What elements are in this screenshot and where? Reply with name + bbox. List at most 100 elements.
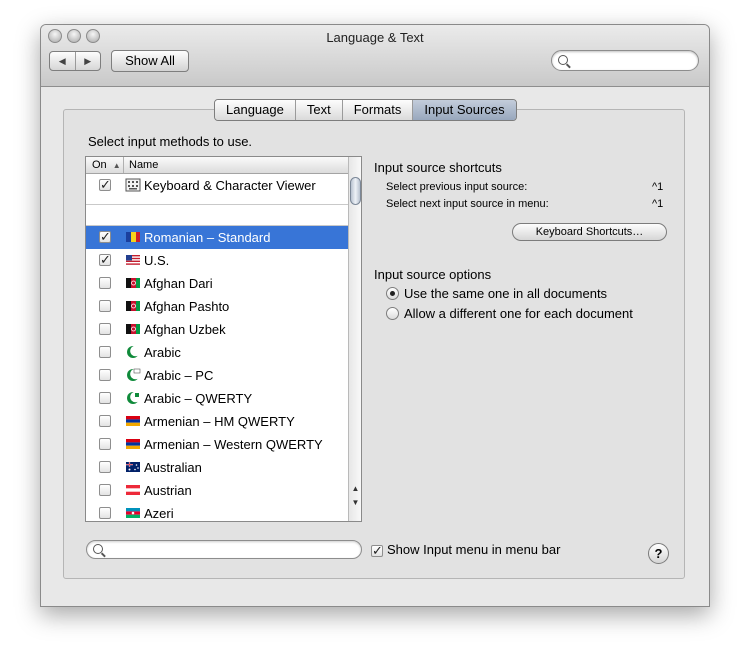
radio-same-for-all[interactable]: Use the same one in all documents xyxy=(386,286,607,301)
list-item-label: Afghan Dari xyxy=(144,276,213,291)
list-scrollbar[interactable]: ▲ ▼ xyxy=(348,157,361,521)
window-title: Language & Text xyxy=(326,30,424,45)
item-checkbox[interactable] xyxy=(99,415,111,427)
radio-button-selected[interactable] xyxy=(386,287,399,300)
crescent-icon xyxy=(127,391,141,404)
list-item-afghan-uzbek[interactable]: Afghan Uzbek xyxy=(86,318,348,341)
input-methods-list[interactable]: On ▲ Name ✓ Keyboard & Character Viewer … xyxy=(85,156,362,522)
list-item-label: Romanian – Standard xyxy=(144,230,271,245)
list-item-azeri[interactable]: Azeri xyxy=(86,502,348,521)
list-item-label: Austrian xyxy=(144,483,192,498)
list-item-label: Australian xyxy=(144,460,202,475)
keyboard-shortcuts-button[interactable]: Keyboard Shortcuts… xyxy=(512,223,667,241)
list-item-label: Keyboard & Character Viewer xyxy=(144,178,316,193)
flag-australia-icon xyxy=(126,462,140,472)
list-item-label: U.S. xyxy=(144,253,170,268)
list-header: On ▲ Name xyxy=(86,157,348,174)
list-item-australian[interactable]: Australian xyxy=(86,456,348,479)
help-button[interactable]: ? xyxy=(648,543,669,564)
flag-afghanistan-icon xyxy=(126,301,140,311)
item-checkbox[interactable] xyxy=(99,484,111,496)
list-rows: ✓ Keyboard & Character Viewer ✓ Romanian… xyxy=(86,174,348,521)
preferences-search-field[interactable] xyxy=(551,50,699,71)
list-item-afghan-dari[interactable]: Afghan Dari xyxy=(86,272,348,295)
list-item-label: Arabic – QWERTY xyxy=(144,391,253,406)
flag-azerbaijan-icon xyxy=(126,508,140,518)
item-checkbox[interactable] xyxy=(99,438,111,450)
list-divider xyxy=(86,204,348,226)
flag-armenia-icon xyxy=(126,439,140,449)
show-input-menu-checkbox[interactable]: ✓ xyxy=(371,544,383,557)
flag-romania-icon xyxy=(126,232,140,242)
crescent-icon xyxy=(127,345,141,358)
radio-button[interactable] xyxy=(386,307,399,320)
keyboard-viewer-icon xyxy=(125,178,141,192)
show-input-menu-option[interactable]: ✓ Show Input menu in menu bar xyxy=(371,542,560,557)
column-header-name[interactable]: Name xyxy=(129,157,158,173)
flag-afghanistan-icon xyxy=(126,324,140,334)
sort-ascending-icon: ▲ xyxy=(112,161,121,170)
item-checkbox[interactable] xyxy=(99,346,111,358)
tab-text[interactable]: Text xyxy=(295,100,343,120)
shortcuts-heading: Input source shortcuts xyxy=(374,160,502,175)
radio-same-label: Use the same one in all documents xyxy=(404,286,608,301)
item-checkbox[interactable]: ✓ xyxy=(99,253,111,266)
show-input-menu-label: Show Input menu in menu bar xyxy=(387,542,561,557)
item-checkbox[interactable] xyxy=(99,323,111,335)
flag-austria-icon xyxy=(126,485,140,495)
tab-input-sources[interactable]: Input Sources xyxy=(413,100,516,120)
tab-language[interactable]: Language xyxy=(215,100,296,120)
flag-armenia-icon xyxy=(126,416,140,426)
input-methods-instruction: Select input methods to use. xyxy=(88,134,253,149)
item-checkbox[interactable] xyxy=(99,392,111,404)
back-forward-control: ◀ ▶ xyxy=(49,51,101,71)
list-item-us[interactable]: ✓ U.S. xyxy=(86,249,348,272)
list-item-austrian[interactable]: Austrian xyxy=(86,479,348,502)
scrollbar-thumb[interactable] xyxy=(350,177,361,205)
next-source-shortcut: ^1 xyxy=(652,198,664,210)
item-checkbox[interactable] xyxy=(99,300,111,312)
show-all-button[interactable]: Show All xyxy=(111,50,189,72)
search-icon xyxy=(93,544,103,554)
list-item-armenian-hm-qwerty[interactable]: Armenian – HM QWERTY xyxy=(86,410,348,433)
list-item-label: Armenian – Western QWERTY xyxy=(144,437,323,452)
next-source-label: Select next input source in menu: xyxy=(386,198,549,210)
scroll-up-arrow-icon[interactable]: ▲ xyxy=(349,482,361,495)
column-header-on[interactable]: On ▲ xyxy=(86,157,124,173)
list-item-label: Arabic xyxy=(144,345,181,360)
list-item-label: Afghan Pashto xyxy=(144,299,230,314)
keyboard-viewer-checkbox[interactable]: ✓ xyxy=(99,178,111,191)
list-item-label: Armenian – HM QWERTY xyxy=(144,414,295,429)
item-checkbox[interactable] xyxy=(99,461,111,473)
list-item-label: Arabic – PC xyxy=(144,368,214,383)
flag-us-icon xyxy=(126,255,140,265)
list-item-keyboard-viewer[interactable]: ✓ Keyboard & Character Viewer xyxy=(86,174,348,204)
input-source-search-field[interactable] xyxy=(86,540,362,559)
list-item-afghan-pashto[interactable]: Afghan Pashto xyxy=(86,295,348,318)
forward-arrow-icon[interactable]: ▶ xyxy=(76,52,101,70)
list-item-label: Azeri xyxy=(144,506,174,521)
list-item-label: Afghan Uzbek xyxy=(144,322,226,337)
item-checkbox[interactable] xyxy=(99,277,111,289)
list-item-arabic-pc[interactable]: Arabic – PC xyxy=(86,364,348,387)
item-checkbox[interactable]: ✓ xyxy=(99,230,111,243)
list-item-armenian-western-qwerty[interactable]: Armenian – Western QWERTY xyxy=(86,433,348,456)
scroll-down-arrow-icon[interactable]: ▼ xyxy=(349,496,361,509)
crescent-icon xyxy=(127,368,141,381)
item-checkbox[interactable] xyxy=(99,369,111,381)
previous-source-label: Select previous input source: xyxy=(386,181,528,193)
radio-different-per-document[interactable]: Allow a different one for each document xyxy=(386,306,633,321)
radio-different-label: Allow a different one for each document xyxy=(404,306,633,321)
list-item-arabic[interactable]: Arabic xyxy=(86,341,348,364)
flag-afghanistan-icon xyxy=(126,278,140,288)
search-icon xyxy=(558,55,568,65)
list-item-arabic-qwerty[interactable]: Arabic – QWERTY xyxy=(86,387,348,410)
tab-formats[interactable]: Formats xyxy=(342,100,414,120)
back-arrow-icon[interactable]: ◀ xyxy=(50,52,76,70)
previous-source-shortcut: ^1 xyxy=(652,181,664,193)
title-bar: Language & Text ◀ ▶ Show All xyxy=(41,25,709,87)
list-item-romanian-standard[interactable]: ✓ Romanian – Standard xyxy=(86,226,348,249)
column-on-label: On xyxy=(92,159,107,171)
options-heading: Input source options xyxy=(374,267,492,282)
item-checkbox[interactable] xyxy=(99,507,111,519)
